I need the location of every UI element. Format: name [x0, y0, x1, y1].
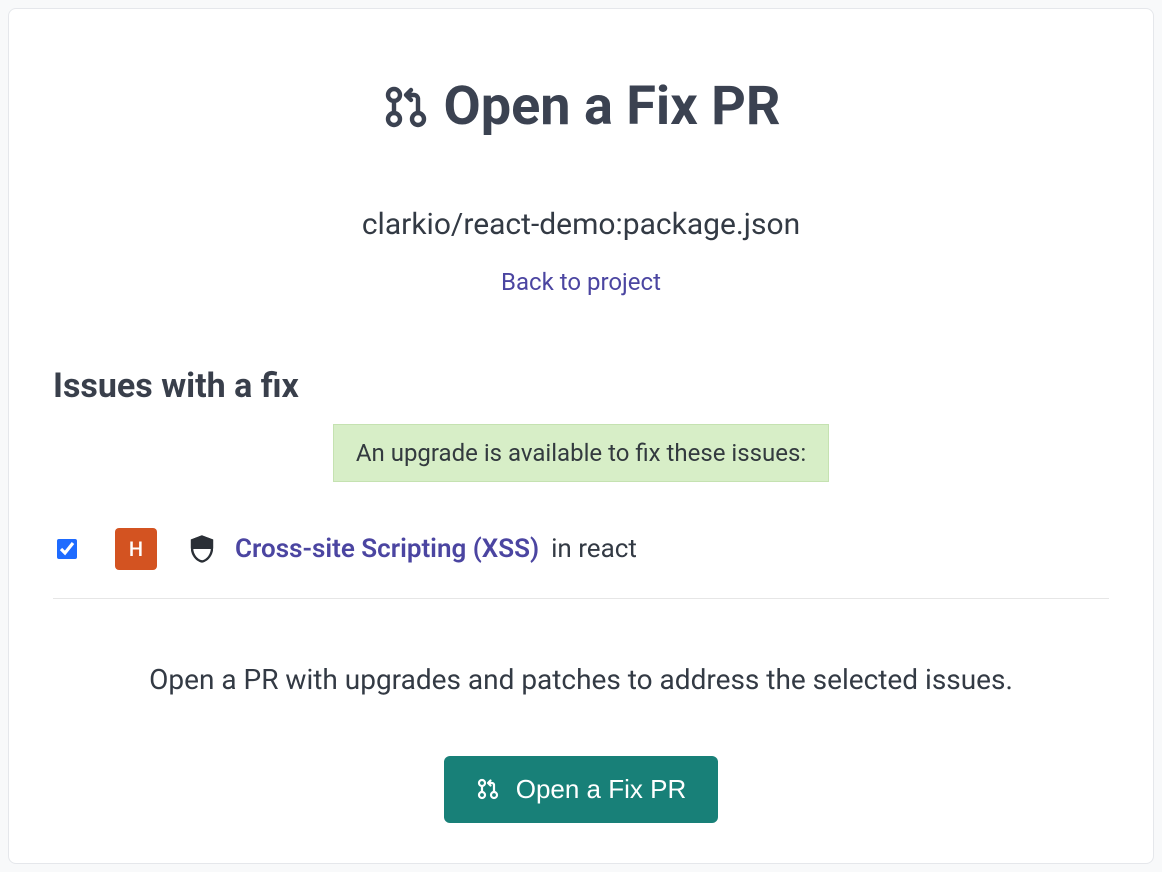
issue-name-link[interactable]: Cross-site Scripting (XSS): [235, 534, 539, 564]
shield-icon: [187, 533, 217, 565]
issues-section-title: Issues with a fix: [53, 366, 1109, 406]
issue-context: in react: [551, 534, 637, 564]
back-to-project-link[interactable]: Back to project: [53, 268, 1109, 296]
issue-checkbox[interactable]: [57, 539, 77, 559]
open-fix-pr-button[interactable]: Open a Fix PR: [444, 756, 719, 823]
git-pull-request-icon: [382, 81, 430, 133]
upgrade-available-banner: An upgrade is available to fix these iss…: [333, 424, 829, 482]
instruction-text: Open a PR with upgrades and patches to a…: [53, 663, 1109, 696]
fix-pr-card: Open a Fix PR clarkio/react-demo:package…: [8, 8, 1154, 864]
severity-badge-high: H: [115, 528, 157, 570]
cta-row: Open a Fix PR: [53, 756, 1109, 823]
git-pull-request-icon: [476, 776, 500, 802]
cta-label: Open a Fix PR: [516, 774, 687, 805]
project-path: clarkio/react-demo:package.json: [53, 207, 1109, 242]
issue-row: H Cross-site Scripting (XSS) in react: [53, 518, 1109, 599]
page-title-text: Open a Fix PR: [444, 77, 781, 136]
page-title: Open a Fix PR: [382, 77, 781, 136]
title-row: Open a Fix PR: [53, 77, 1109, 137]
